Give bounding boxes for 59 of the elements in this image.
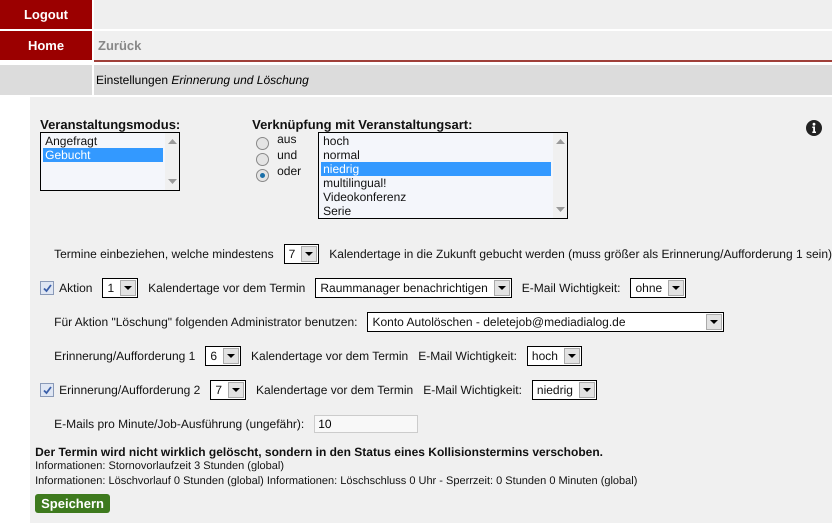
check-icon: [42, 384, 53, 396]
dropdown[interactable]: 7: [210, 380, 246, 400]
caret-icon: [305, 252, 314, 256]
check-icon: [42, 282, 53, 294]
field-label: Verknüpfung mit Veranstaltungsart:: [252, 117, 474, 132]
scroll-down-icon[interactable]: [168, 179, 177, 184]
caret-icon: [672, 286, 680, 290]
field-label: E-Mail Wichtigkeit:: [418, 349, 517, 363]
field-label: E-Mail Wichtigkeit:: [423, 383, 522, 397]
caret-icon: [227, 354, 236, 358]
section-header: Einstellungen Erinnerung und Löschung: [94, 65, 832, 95]
checkbox[interactable]: Aktion: [40, 281, 92, 295]
dropdown[interactable]: niedrig: [532, 380, 597, 400]
field-label: Termine einbeziehen, welche mindestens: [54, 247, 274, 261]
caret-icon: [568, 354, 576, 358]
caret-icon: [710, 320, 718, 324]
dropdown[interactable]: 7: [284, 244, 320, 264]
info-text: Informationen: Stornovorlaufzeit 3 Stunden (global): [35, 459, 284, 474]
dropdown[interactable]: Raummanager benachrichtigen: [315, 278, 512, 298]
field-label: Kalendertage in die Zukunft gebucht werden (muss größer als Erinnerung/Aufforderung 1 sein): [329, 247, 832, 261]
dropdown[interactable]: Konto Autolöschen - deletejob@mediadialog.de: [367, 312, 724, 332]
dropdown[interactable]: hoch: [526, 346, 582, 366]
type-listbox[interactable]: hoch normal niedrig multilingual! Videokonferenz Serie: [318, 132, 568, 219]
field-label: Kalendertage vor dem Termin: [256, 383, 414, 397]
dropdown[interactable]: 6: [205, 346, 242, 366]
list-option[interactable]: Videokonferenz: [321, 190, 552, 204]
save-button[interactable]: Speichern: [35, 494, 110, 513]
caret-icon: [124, 286, 132, 290]
radio-option[interactable]: und: [256, 148, 318, 164]
list-option[interactable]: hoch: [321, 134, 552, 148]
field-label: Kalendertage vor dem Termin: [148, 281, 306, 295]
dropdown[interactable]: ohne: [630, 278, 686, 298]
nav-button[interactable]: Logout: [0, 0, 92, 29]
mode-listbox[interactable]: Angefragt Gebucht: [40, 132, 180, 191]
list-option[interactable]: normal: [321, 148, 552, 162]
dropdown[interactable]: 1: [102, 278, 138, 298]
list-option[interactable]: Angefragt: [43, 134, 164, 148]
notice-text: Der Termin wird nicht wirklich gelöscht, sondern in den Status eines Kollisionstermins verschoben.: [35, 445, 604, 459]
caret-icon: [498, 286, 506, 290]
field-label: Kalendertage vor dem Termin: [251, 349, 408, 363]
checkbox[interactable]: Erinnerung/Aufforderung 2: [40, 383, 200, 397]
field-label: Erinnerung/Aufforderung 1: [54, 349, 196, 363]
nav-button[interactable]: Home: [0, 31, 92, 60]
scroll-up-icon[interactable]: [168, 139, 177, 144]
info-icon[interactable]: [806, 120, 822, 136]
field-label: E-Mail Wichtigkeit:: [522, 281, 620, 295]
scroll-up-icon[interactable]: [556, 139, 565, 144]
field-label: Für Aktion "Löschung" folgenden Administrator benutzen:: [54, 315, 358, 329]
caret-icon: [582, 388, 591, 392]
list-option[interactable]: Serie: [321, 204, 552, 218]
caret-icon: [232, 388, 240, 392]
radio-option[interactable]: aus: [256, 132, 318, 148]
info-text: Informationen: Löschvorlauf 0 Stunden (global) Informationen: Löschschluss 0 Uhr - Sperrzeit: 0 Stunden 0 Minuten (global): [35, 474, 638, 489]
field-label: Veranstaltungsmodus:: [40, 117, 182, 132]
input-field[interactable]: 10: [314, 415, 418, 433]
field-label: E-Mails pro Minute/Job-Ausführung (ungefähr):: [54, 417, 304, 431]
list-option[interactable]: multilingual!: [321, 176, 552, 190]
scroll-down-icon[interactable]: [556, 207, 565, 212]
radio-option[interactable]: oder: [256, 164, 318, 180]
